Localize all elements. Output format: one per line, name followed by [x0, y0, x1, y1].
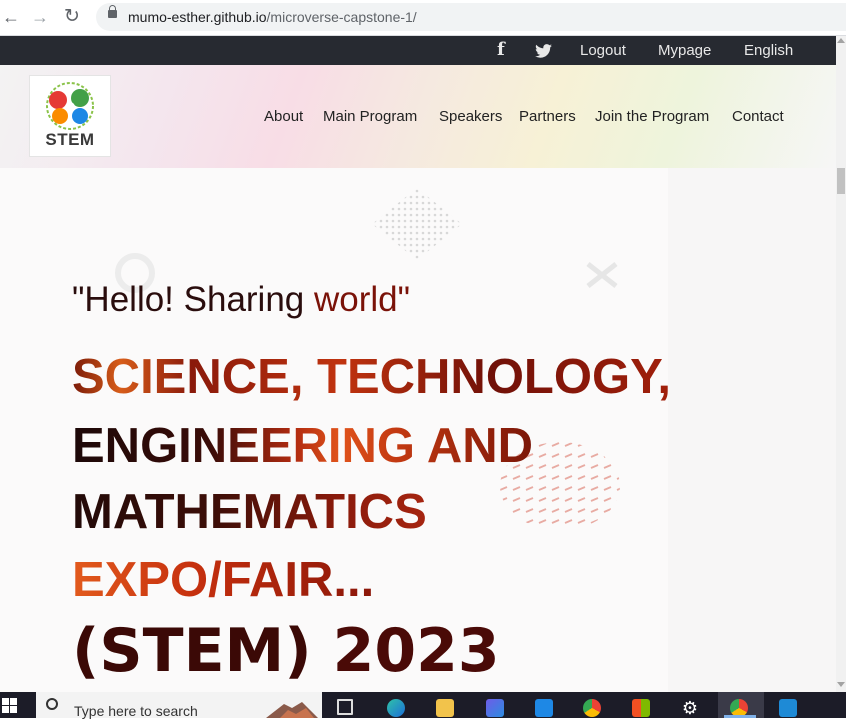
nav-contact[interactable]: Contact [732, 108, 784, 125]
site-header: STEM About Main Program Speakers Partner… [0, 65, 836, 168]
task-view-icon[interactable] [337, 699, 353, 715]
lock-icon [108, 5, 117, 18]
taskbar-search[interactable]: Type here to search [36, 692, 322, 719]
mypage-link[interactable]: Mypage [658, 42, 711, 59]
scroll-down-icon[interactable] [837, 682, 845, 687]
hero-greeting: "Hello! Sharing world" [72, 280, 411, 319]
logo-wordmark: STEM [45, 130, 95, 149]
nav-partners[interactable]: Partners [519, 108, 576, 125]
nav-join-program[interactable]: Join the Program [595, 108, 709, 125]
windows-taskbar: Type here to search ⚙ [0, 692, 846, 719]
search-icon [46, 698, 58, 710]
headline-line-4: EXPO/FAIR... [72, 553, 375, 607]
settings-icon[interactable]: ⚙ [681, 699, 699, 717]
nav-speakers[interactable]: Speakers [439, 108, 502, 125]
language-link[interactable]: English [744, 42, 793, 59]
chrome-profile-icon[interactable] [583, 699, 601, 717]
url-text: mumo-esther.github.io/microverse-capston… [128, 9, 417, 25]
stem-logo[interactable]: STEM [29, 75, 111, 157]
search-highlight-image [266, 702, 318, 718]
store-icon[interactable] [632, 699, 650, 717]
scroll-thumb[interactable] [837, 168, 845, 194]
edge-icon[interactable] [387, 699, 405, 717]
logo-emblem-icon [46, 82, 94, 130]
vscode-icon[interactable] [779, 699, 797, 717]
logout-link[interactable]: Logout [580, 42, 626, 59]
facebook-icon[interactable]: f [497, 39, 505, 60]
top-bar: f Logout Mypage English [0, 36, 836, 65]
address-bar[interactable]: mumo-esther.github.io/microverse-capston… [96, 3, 846, 31]
headline-line-1: SCIENCE, TECHNOLOGY, [72, 350, 671, 404]
forward-icon[interactable]: → [29, 6, 51, 28]
headline-line-2: ENGINEERING AND [72, 419, 534, 473]
nav-about[interactable]: About [264, 108, 303, 125]
windows-start-icon[interactable] [2, 698, 18, 714]
hero-section: "Hello! Sharing world" SCIENCE, TECHNOLO… [0, 168, 836, 692]
taskbar-search-placeholder: Type here to search [74, 703, 198, 719]
scroll-up-icon[interactable] [837, 38, 845, 43]
decor-cross-icon [586, 262, 618, 288]
mail-icon[interactable] [535, 699, 553, 717]
nav-main-program[interactable]: Main Program [323, 108, 417, 125]
reload-icon[interactable]: ↻ [61, 6, 83, 28]
page-scrollbar[interactable] [836, 36, 846, 692]
headline-stem-year: (STEM) 2023 [72, 616, 500, 686]
file-explorer-icon[interactable] [436, 699, 454, 717]
copilot-icon[interactable] [486, 699, 504, 717]
browser-toolbar: ← → ↻ mumo-esther.github.io/microverse-c… [0, 0, 846, 36]
back-icon[interactable]: ← [0, 6, 22, 28]
twitter-icon[interactable] [535, 44, 552, 58]
headline-line-3: MATHEMATICS [72, 485, 427, 539]
decor-dot-pattern [372, 188, 462, 260]
